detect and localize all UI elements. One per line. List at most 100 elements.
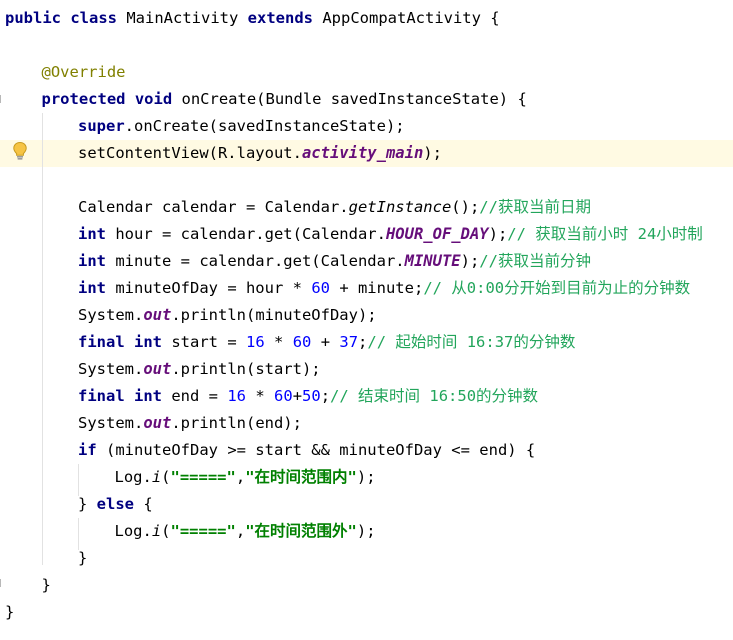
method-token: i <box>151 468 162 486</box>
code-text[interactable]: super.onCreate(savedInstanceState); <box>78 113 405 140</box>
keyword-token: int <box>78 279 106 297</box>
lightbulb-icon[interactable] <box>11 141 29 161</box>
code-text[interactable]: @Override <box>42 59 126 86</box>
field-token: activity_main <box>301 144 424 162</box>
keyword-token: super <box>78 117 125 135</box>
code-token: .println(start); <box>171 360 321 378</box>
code-line[interactable]: public class MainActivity extends AppCom… <box>0 5 733 32</box>
keyword-token: final <box>78 333 125 351</box>
code-line[interactable]: final int start = 16 * 60 + 37;// 起始时间 1… <box>0 329 733 356</box>
string-token: "=====" <box>170 468 236 486</box>
fold-marker[interactable] <box>0 95 4 103</box>
code-token: Log. <box>114 522 152 540</box>
comment-token: //获取当前日期 <box>479 198 591 216</box>
keyword-token: public <box>5 9 61 27</box>
code-line[interactable]: @Override <box>0 59 733 86</box>
code-token: AppCompatActivity { <box>313 9 500 27</box>
code-line[interactable]: System.out.println(minuteOfDay); <box>0 302 733 329</box>
code-token: ); <box>356 468 376 486</box>
code-line[interactable]: int minuteOfDay = hour * 60 + minute;// … <box>0 275 733 302</box>
code-token: minute = calendar.get(Calendar. <box>106 252 405 270</box>
method-token: getInstance <box>348 198 452 216</box>
code-line[interactable]: Log.i("=====","在时间范围外"); <box>0 518 733 545</box>
code-text[interactable]: setContentView(R.layout.activity_main); <box>78 140 442 167</box>
code-line[interactable]: int minute = calendar.get(Calendar.MINUT… <box>0 248 733 275</box>
code-token: .println(end); <box>171 414 302 432</box>
keyword-token: void <box>134 90 173 108</box>
number-token: 50 <box>302 387 321 405</box>
code-line[interactable]: } <box>0 572 733 599</box>
code-line[interactable] <box>0 32 733 59</box>
code-token: System. <box>78 306 144 324</box>
code-text[interactable]: Calendar calendar = Calendar.getInstance… <box>78 194 591 221</box>
code-line[interactable]: Log.i("=====","在时间范围内"); <box>0 464 733 491</box>
keyword-token: int <box>78 225 106 243</box>
code-text[interactable]: if (minuteOfDay >= start && minuteOfDay … <box>78 437 535 464</box>
code-line[interactable] <box>0 167 733 194</box>
keyword-token: int <box>134 333 163 351</box>
comment-token: // 结束时间 16:50的分钟数 <box>330 387 539 405</box>
code-token: hour = calendar.get(Calendar. <box>106 225 386 243</box>
code-line[interactable]: final int end = 16 * 60+50;// 结束时间 16:50… <box>0 383 733 410</box>
code-text[interactable]: Log.i("=====","在时间范围内"); <box>115 464 376 491</box>
number-token: 16 <box>227 387 247 405</box>
keyword-token: final <box>78 387 125 405</box>
code-token: start = <box>162 333 247 351</box>
code-token: , <box>235 468 246 486</box>
code-token: end = <box>162 387 228 405</box>
code-token: } <box>78 495 97 513</box>
code-token: ; <box>320 387 331 405</box>
code-line[interactable]: } <box>0 599 733 626</box>
code-text[interactable]: final int end = 16 * 60+50;// 结束时间 16:50… <box>78 383 538 410</box>
code-token: * <box>246 387 275 405</box>
code-text[interactable]: public class MainActivity extends AppCom… <box>5 5 500 32</box>
code-text[interactable]: System.out.println(minuteOfDay); <box>78 302 377 329</box>
keyword-token: int <box>78 252 106 270</box>
code-token: } <box>78 549 88 567</box>
code-line[interactable]: } <box>0 545 733 572</box>
number-token: 60 <box>311 279 330 297</box>
code-line[interactable]: int hour = calendar.get(Calendar.HOUR_OF… <box>0 221 733 248</box>
code-text[interactable]: } else { <box>78 491 153 518</box>
code-token: Log. <box>114 468 152 486</box>
code-line[interactable]: super.onCreate(savedInstanceState); <box>0 113 733 140</box>
code-line[interactable]: System.out.println(end); <box>0 410 733 437</box>
comment-token: // 获取当前小时 24小时制 <box>507 225 703 243</box>
code-line[interactable]: Calendar calendar = Calendar.getInstance… <box>0 194 733 221</box>
code-token: .println(minuteOfDay); <box>171 306 377 324</box>
code-text[interactable]: int hour = calendar.get(Calendar.HOUR_OF… <box>78 221 703 248</box>
code-text[interactable]: System.out.println(start); <box>78 356 321 383</box>
code-line[interactable]: if (minuteOfDay >= start && minuteOfDay … <box>0 437 733 464</box>
code-text[interactable]: final int start = 16 * 60 + 37;// 起始时间 1… <box>78 329 575 356</box>
keyword-token: extends <box>247 9 313 27</box>
code-text[interactable]: } <box>42 572 51 599</box>
code-line[interactable]: } else { <box>0 491 733 518</box>
code-token: minuteOfDay = hour * <box>106 279 312 297</box>
code-line[interactable]: System.out.println(start); <box>0 356 733 383</box>
code-token: + <box>311 333 340 351</box>
fold-marker[interactable] <box>0 579 4 587</box>
field-token: out <box>143 414 172 432</box>
code-token: setContentView(R.layout. <box>78 144 302 162</box>
code-text[interactable]: System.out.println(end); <box>78 410 302 437</box>
code-text[interactable]: } <box>5 599 14 626</box>
code-line[interactable]: setContentView(R.layout.activity_main); <box>0 140 733 167</box>
number-token: 60 <box>274 387 293 405</box>
comment-token: // 起始时间 16:37的分钟数 <box>367 333 576 351</box>
field-token: HOUR_OF_DAY <box>385 225 489 243</box>
code-token: , <box>235 522 246 540</box>
code-editor[interactable]: public class MainActivity extends AppCom… <box>0 0 733 640</box>
code-token: MainActivity <box>117 9 248 27</box>
code-token: ( <box>161 522 171 540</box>
field-token: out <box>143 306 172 324</box>
code-line[interactable]: protected void onCreate(Bundle savedInst… <box>0 86 733 113</box>
code-token: (); <box>451 198 480 216</box>
code-text[interactable]: protected void onCreate(Bundle savedInst… <box>42 86 527 113</box>
code-text[interactable]: int minuteOfDay = hour * 60 + minute;// … <box>78 275 690 302</box>
code-text[interactable]: int minute = calendar.get(Calendar.MINUT… <box>78 248 591 275</box>
code-text[interactable]: } <box>78 545 87 572</box>
indent-guide <box>42 113 43 565</box>
code-token: } <box>41 576 51 594</box>
code-text[interactable]: Log.i("=====","在时间范围外"); <box>115 518 376 545</box>
